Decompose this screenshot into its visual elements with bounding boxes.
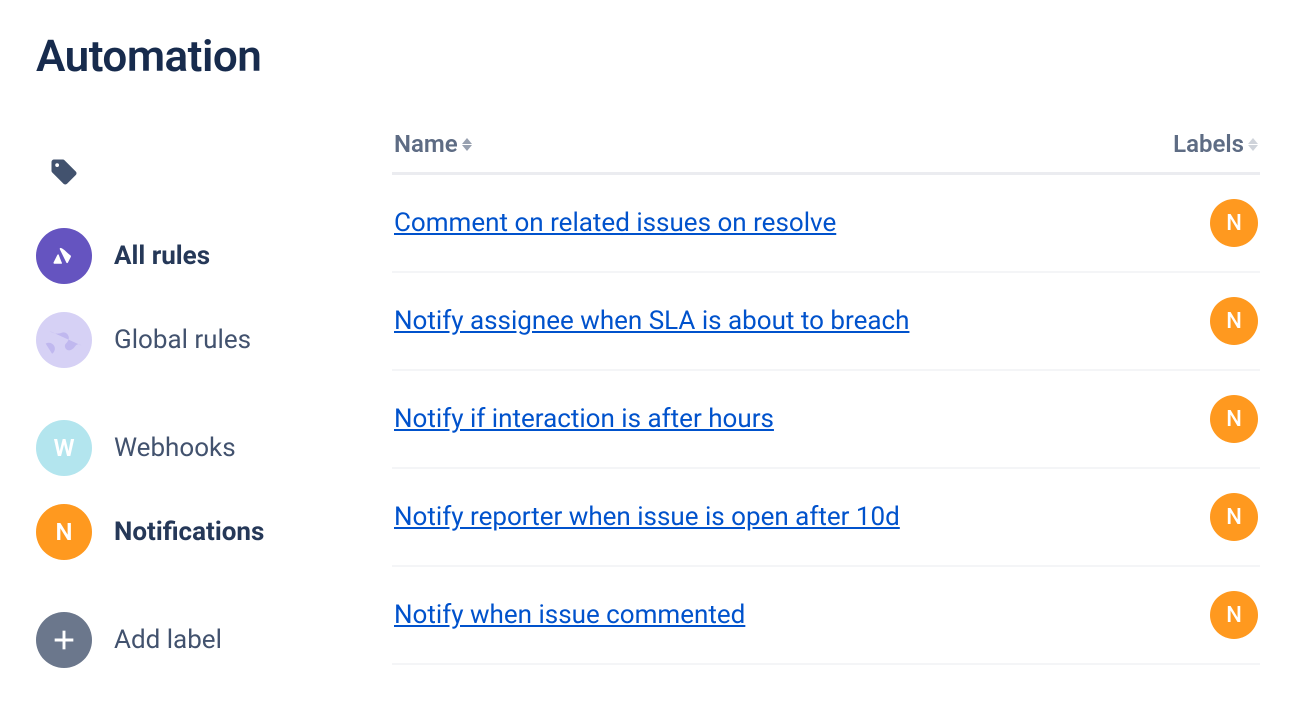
sidebar-item-label: Global rules (114, 325, 251, 355)
sidebar-item-notifications[interactable]: N Notifications (36, 490, 336, 574)
label-badge[interactable]: N (1210, 493, 1258, 541)
label-badge[interactable]: N (1210, 297, 1258, 345)
sort-icon (1248, 138, 1258, 151)
table-row: Notify if interaction is after hours N (392, 371, 1260, 469)
tag-icon (36, 144, 92, 200)
sidebar-label-filter[interactable] (36, 130, 336, 214)
atlassian-icon (36, 228, 92, 284)
rule-link[interactable]: Notify reporter when issue is open after… (394, 502, 900, 532)
rule-link[interactable]: Notify when issue commented (394, 600, 745, 630)
sidebar-item-add-label[interactable]: Add label (36, 598, 336, 682)
sidebar-item-label: Webhooks (114, 433, 236, 463)
table-row: Notify reporter when issue is open after… (392, 469, 1260, 567)
column-header-label: Labels (1173, 130, 1244, 158)
sort-icon (462, 138, 472, 151)
page-title: Automation (36, 30, 1260, 82)
table-row: Comment on related issues on resolve N (392, 175, 1260, 273)
rule-link[interactable]: Comment on related issues on resolve (394, 208, 836, 238)
rule-link[interactable]: Notify if interaction is after hours (394, 404, 774, 434)
sidebar-gap (36, 574, 336, 598)
label-badge[interactable]: N (1210, 199, 1258, 247)
plus-icon (36, 612, 92, 668)
label-avatar-icon: W (36, 420, 92, 476)
table-row: Notify when issue commented N (392, 567, 1260, 665)
sidebar: All rules Global rules W Webhooks (36, 130, 336, 682)
column-header-name[interactable]: Name (394, 130, 472, 158)
sidebar-item-global-rules[interactable]: Global rules (36, 298, 336, 382)
sidebar-item-all-rules[interactable]: All rules (36, 214, 336, 298)
rules-table: Name Labels Comment on related issues on… (392, 130, 1260, 665)
sidebar-item-label: Notifications (114, 517, 264, 547)
rule-link[interactable]: Notify assignee when SLA is about to bre… (394, 306, 909, 336)
sidebar-item-label: All rules (114, 241, 210, 271)
label-badge[interactable]: N (1210, 591, 1258, 639)
sidebar-item-label: Add label (114, 625, 222, 655)
label-avatar-icon: N (36, 504, 92, 560)
sidebar-gap (36, 382, 336, 406)
sidebar-item-webhooks[interactable]: W Webhooks (36, 406, 336, 490)
column-header-labels[interactable]: Labels (1173, 130, 1258, 158)
globe-icon (36, 312, 92, 368)
table-row: Notify assignee when SLA is about to bre… (392, 273, 1260, 371)
label-badge[interactable]: N (1210, 395, 1258, 443)
column-header-label: Name (394, 130, 458, 158)
